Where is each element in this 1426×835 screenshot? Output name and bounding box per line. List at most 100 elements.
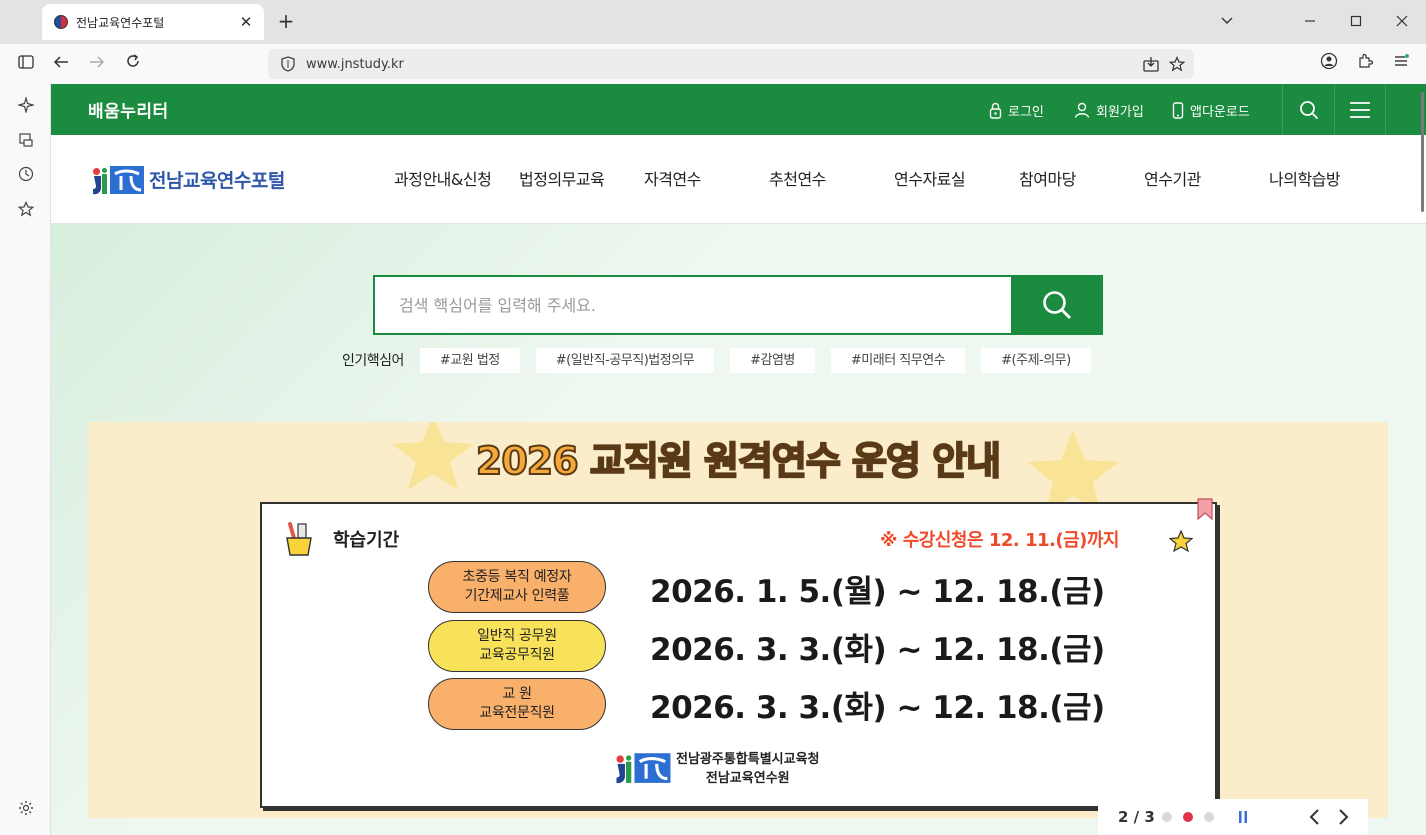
shield-icon[interactable] — [278, 54, 298, 74]
reload-icon[interactable] — [121, 52, 145, 76]
registration-deadline-notice: ※ 수강신청은 12. 11.(금)까지 — [879, 530, 1120, 551]
slide-dot[interactable] — [1204, 812, 1214, 822]
minimize-window-icon[interactable] — [1298, 10, 1322, 34]
target-group-badge: 일반직 공무원 교육공무직원 — [428, 620, 606, 672]
prev-slide-button[interactable] — [1299, 802, 1329, 832]
keyword-tag[interactable]: #(일반직-공무직)법정의무 — [535, 347, 715, 373]
browser-tab-strip: 전남교육연수포털 ✕ + — [0, 0, 1426, 44]
nav-resources[interactable]: 연수자료실 — [894, 166, 966, 190]
hamburger-menu-icon — [1350, 101, 1370, 118]
smartphone-icon — [1172, 101, 1184, 119]
web-page-viewport: 배움누리터 로그인 회원가입 앱다운로드 전남교육연수포털 과정안내&신청 법정… — [51, 84, 1426, 835]
small-star-icon — [1169, 530, 1193, 552]
login-label: 로그인 — [1008, 104, 1044, 120]
target-group-line1: 일반직 공무원 — [477, 628, 557, 644]
tab-title: 전남교육연수포털 — [76, 15, 165, 30]
organization-name-2: 전남교육연수원 — [705, 771, 790, 786]
nav-qualification[interactable]: 자격연수 — [644, 166, 701, 190]
nav-institutions[interactable]: 연수기관 — [1144, 166, 1201, 190]
nav-my-learning[interactable]: 나의학습방 — [1269, 166, 1341, 190]
target-group-line1: 초중등 복직 예정자 — [462, 569, 572, 585]
pause-icon — [1239, 811, 1247, 823]
target-group-badge: 교 원 교육전문직원 — [428, 678, 606, 730]
app-menu-icon[interactable] — [1389, 52, 1413, 76]
logo-text: 전남교육연수포털 — [149, 169, 285, 192]
training-period-date: 2026. 3. 3.(화) ~ 12. 18.(금) — [650, 632, 1105, 668]
nav-recommended[interactable]: 추천연수 — [769, 166, 826, 190]
banner-title: 2026 교직원 원격연수 운영 안내 — [88, 430, 1388, 485]
tab-close-icon[interactable]: ✕ — [234, 13, 258, 31]
main-navigation: 전남교육연수포털 과정안내&신청 법정의무교육 자격연수 추천연수 연수자료실 … — [51, 135, 1426, 224]
extensions-puzzle-icon[interactable] — [1353, 52, 1377, 76]
learning-period-label: 학습기간 — [333, 530, 400, 551]
jeonnam-education-logo-icon — [616, 753, 671, 784]
browser-tab-active[interactable]: 전남교육연수포털 ✕ — [42, 4, 264, 40]
pencil-cup-icon — [286, 522, 312, 556]
app-download-label: 앱다운로드 — [1190, 104, 1250, 120]
history-clock-icon[interactable] — [14, 165, 38, 189]
banner-title-year: 2026 교직원 — [475, 438, 704, 484]
main-banner-slide[interactable]: 2026 교직원 원격연수 운영 안내 학습기간 ※ 수강신청은 12. 11.… — [88, 422, 1388, 818]
url-text[interactable]: www.jnstudy.kr — [306, 57, 1138, 72]
training-schedule-card: 학습기간 ※ 수강신청은 12. 11.(금)까지 초중등 복직 예정자 기간제… — [260, 498, 1217, 808]
site-search-button[interactable] — [1282, 84, 1334, 135]
page-scrollbar[interactable] — [1421, 92, 1424, 212]
slide-dot[interactable] — [1162, 812, 1172, 822]
address-bar[interactable]: www.jnstudy.kr — [268, 49, 1194, 79]
nav-community[interactable]: 참여마당 — [1019, 166, 1076, 190]
pause-button[interactable] — [1233, 807, 1253, 827]
app-download-link[interactable]: 앱다운로드 — [1172, 99, 1250, 121]
nav-course-info[interactable]: 과정안내&신청 — [394, 166, 492, 190]
bookmark-star-icon[interactable] — [1164, 51, 1190, 77]
training-period-date: 2026. 1. 5.(월) ~ 12. 18.(금) — [650, 574, 1105, 610]
popular-keywords: 인기핵심어 #교원 법정 #(일반직-공무직)법정의무 #감염병 #미래터 직무… — [342, 347, 1107, 373]
target-group-line1: 교 원 — [502, 686, 532, 702]
keyword-tag[interactable]: #미래터 직무연수 — [830, 347, 966, 373]
target-group-line2: 교육공무직원 — [479, 647, 555, 663]
next-slide-button[interactable] — [1329, 802, 1359, 832]
site-logo[interactable]: 전남교육연수포털 — [91, 162, 285, 196]
nav-legal-training[interactable]: 법정의무교육 — [519, 166, 605, 190]
user-icon — [1074, 102, 1090, 118]
target-group-line2: 기간제교사 인력풀 — [464, 588, 570, 604]
jeonnam-education-logo-icon — [93, 166, 144, 195]
login-link[interactable]: 로그인 — [989, 99, 1044, 121]
keyword-tag[interactable]: #감염병 — [730, 347, 815, 373]
save-page-icon[interactable] — [1138, 51, 1164, 77]
back-arrow-icon[interactable] — [49, 52, 73, 76]
sidebar-toggle-icon[interactable] — [14, 52, 38, 76]
chevron-right-icon — [1339, 809, 1349, 825]
site-menu-button[interactable] — [1334, 84, 1386, 135]
forward-arrow-icon[interactable] — [85, 52, 109, 76]
target-group-badge: 초중등 복직 예정자 기간제교사 인력풀 — [428, 561, 606, 613]
join-link[interactable]: 회원가입 — [1074, 99, 1144, 121]
account-icon[interactable] — [1317, 52, 1341, 76]
synced-tabs-icon[interactable] — [14, 131, 38, 155]
search-icon — [1299, 100, 1318, 119]
browser-sidebar — [0, 84, 51, 835]
site-utility-bar: 배움누리터 로그인 회원가입 앱다운로드 — [51, 84, 1426, 135]
banner-title-highlight: 원격연수 운영 안내 — [703, 438, 1002, 484]
lock-icon — [989, 102, 1002, 119]
search-input[interactable] — [375, 277, 1011, 333]
chevron-left-icon — [1309, 809, 1319, 825]
slider-pager: 2 / 3 — [1098, 799, 1368, 835]
popular-keywords-label: 인기핵심어 — [342, 353, 404, 369]
join-label: 회원가입 — [1096, 104, 1144, 120]
new-tab-button[interactable]: + — [274, 10, 298, 34]
search-submit-button[interactable] — [1011, 275, 1103, 335]
settings-gear-icon[interactable] — [14, 799, 38, 823]
bookmarks-star-icon[interactable] — [14, 200, 38, 224]
keyword-tag[interactable]: #(주제-의무) — [981, 347, 1091, 373]
maximize-window-icon[interactable] — [1344, 10, 1368, 34]
brand-logo-text[interactable]: 배움누리터 — [88, 97, 169, 122]
ai-chatbot-icon[interactable] — [14, 95, 38, 120]
close-window-icon[interactable] — [1390, 10, 1414, 34]
organization-name-1: 전남광주통합특별시교육청 — [676, 752, 820, 767]
target-group-line2: 교육전문직원 — [479, 705, 555, 721]
tab-list-chevron-icon[interactable] — [1215, 10, 1239, 34]
slide-dot-active[interactable] — [1183, 812, 1193, 822]
organization-logo: 전남광주통합특별시교육청 전남교육연수원 — [614, 748, 820, 786]
bookmark-ribbon-icon — [1197, 498, 1213, 520]
keyword-tag[interactable]: #교원 법정 — [419, 347, 520, 373]
